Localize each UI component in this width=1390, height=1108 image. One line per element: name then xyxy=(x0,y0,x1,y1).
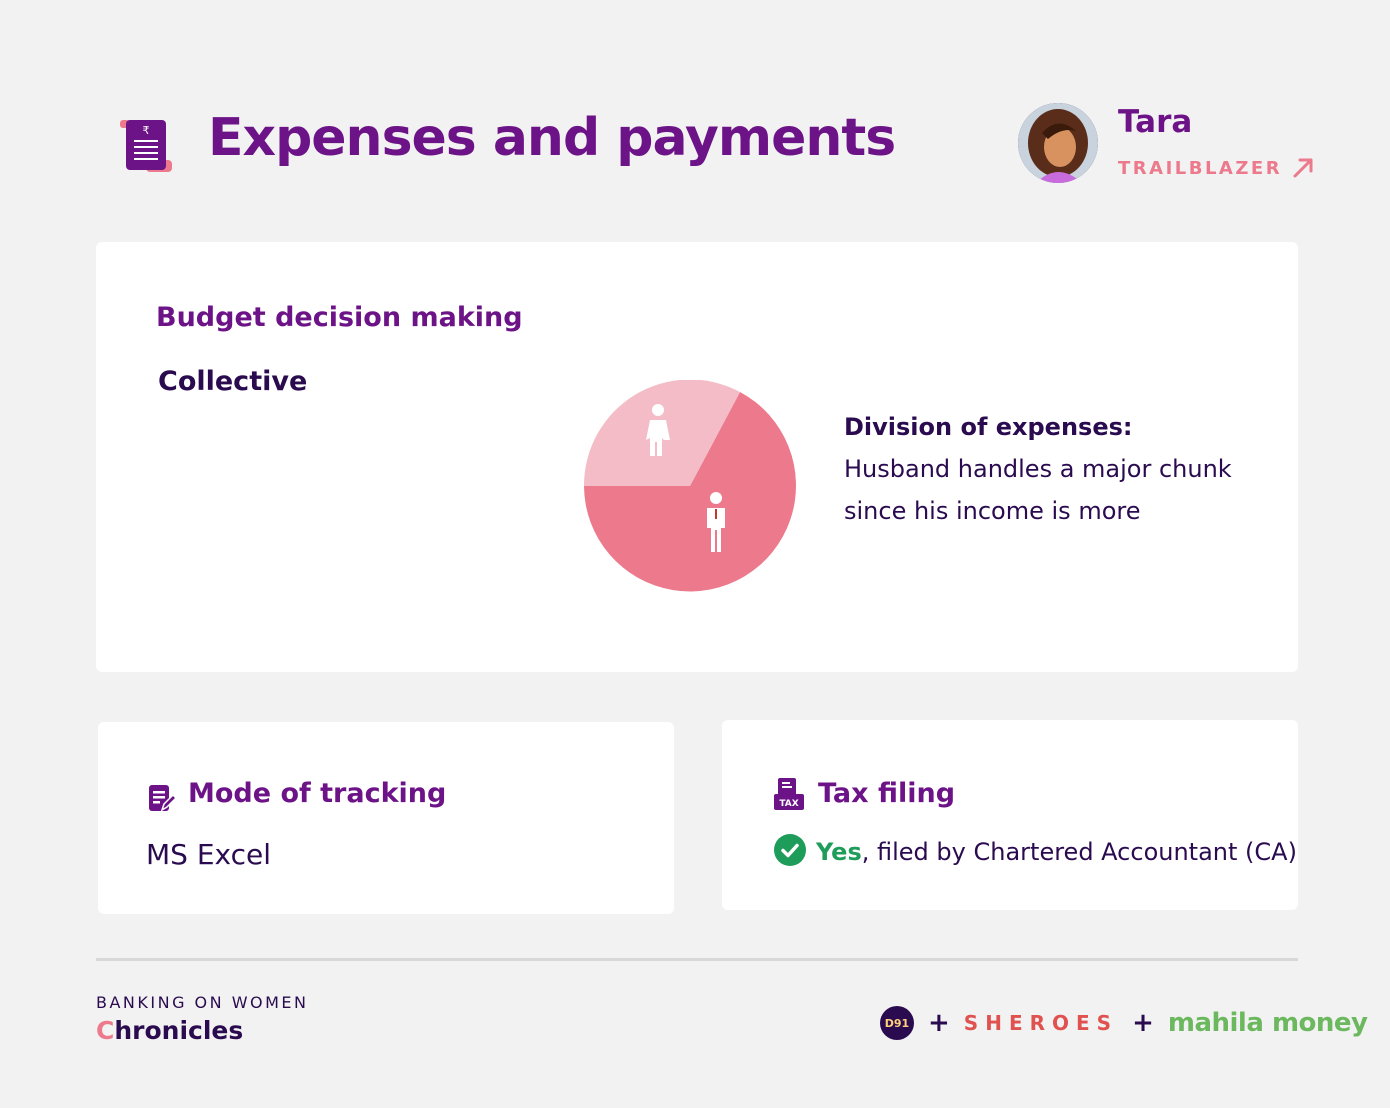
receipt-rupee-icon: ₹ xyxy=(118,118,174,174)
footer-brand-initial: C xyxy=(96,1016,115,1045)
partner-logos: D91 + SHEROES + mahila money xyxy=(880,1006,1368,1040)
plus-sign: + xyxy=(1132,1008,1154,1038)
tax-status: Yes xyxy=(816,838,862,866)
svg-text:₹: ₹ xyxy=(143,124,150,137)
budget-title: Budget decision making xyxy=(156,302,523,333)
tax-title: Tax filing xyxy=(818,778,956,809)
tracking-value: MS Excel xyxy=(146,838,272,871)
d91-logo: D91 xyxy=(880,1006,914,1040)
tax-value: Yes, filed by Chartered Accountant (CA) xyxy=(816,838,1297,866)
footer-brand-rest: hronicles xyxy=(114,1016,244,1045)
persona-tag-label: TRAILBLAZER xyxy=(1118,157,1283,179)
check-circle-icon xyxy=(774,834,806,866)
division-line-1: Husband handles a major chunk xyxy=(844,455,1232,483)
edit-note-icon xyxy=(148,784,178,812)
expense-pie xyxy=(583,379,796,592)
persona-tag-link[interactable]: TRAILBLAZER xyxy=(1118,157,1314,179)
budget-card: Budget decision making Collective Divisi… xyxy=(96,242,1298,672)
sheroes-logo: SHEROES xyxy=(963,1011,1119,1035)
footer-kicker: BANKING ON WOMEN xyxy=(96,993,309,1012)
plus-sign: + xyxy=(928,1008,950,1038)
division-line-2: since his income is more xyxy=(844,497,1141,525)
tax-document-icon: TAX xyxy=(774,778,804,810)
division-label: Division of expenses: xyxy=(844,413,1133,441)
persona-name: Tara xyxy=(1118,104,1193,140)
tax-card: TAX Tax filing Yes, filed by Chartered A… xyxy=(722,720,1298,910)
mahila-money-logo: mahila money xyxy=(1167,1008,1368,1038)
tracking-title: Mode of tracking xyxy=(188,778,447,809)
page-title: Expenses and payments xyxy=(208,108,896,168)
tracking-card: Mode of tracking MS Excel xyxy=(98,722,674,914)
svg-text:TAX: TAX xyxy=(779,799,798,809)
footer-divider xyxy=(96,958,1298,961)
budget-value: Collective xyxy=(158,366,308,397)
avatar xyxy=(1018,103,1098,183)
footer-brand: Chronicles xyxy=(96,1016,243,1045)
tax-detail: , filed by Chartered Accountant (CA) xyxy=(861,838,1297,866)
arrow-up-right-icon xyxy=(1293,158,1313,178)
division-of-expenses: Division of expenses: Husband handles a … xyxy=(844,406,1264,532)
